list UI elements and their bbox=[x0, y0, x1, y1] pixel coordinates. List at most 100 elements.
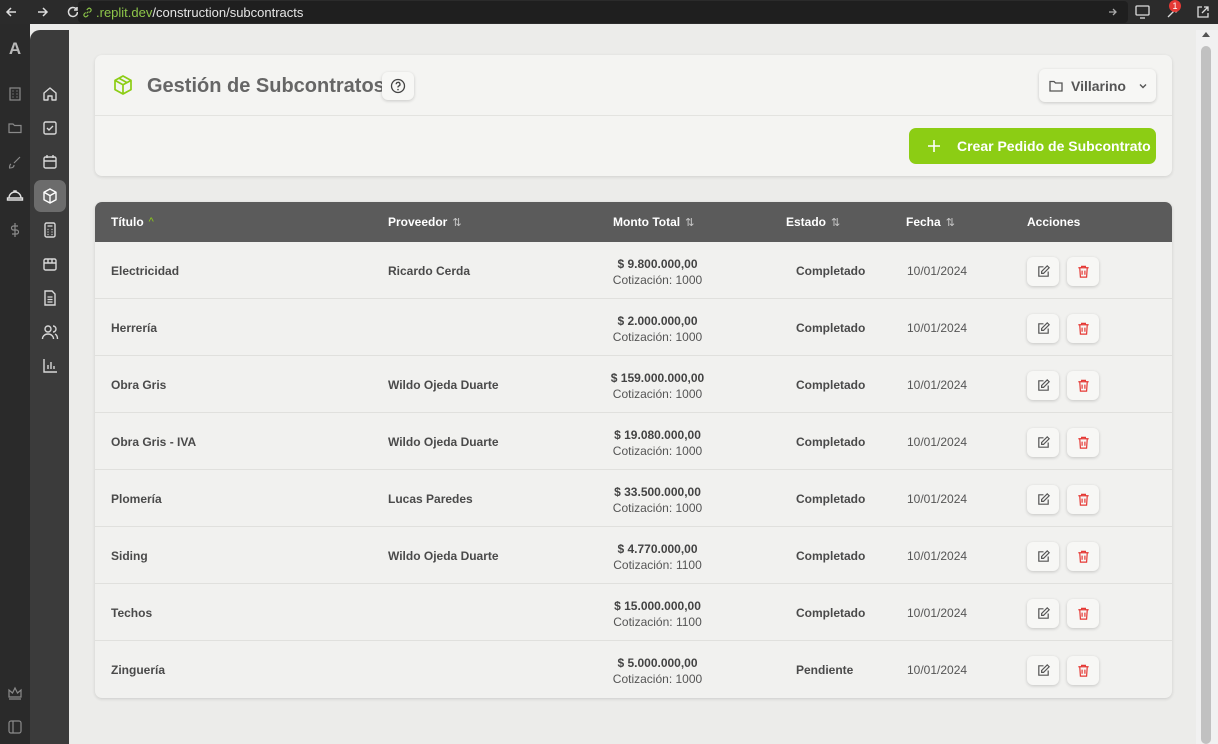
edit-button[interactable] bbox=[1027, 485, 1059, 514]
edit-button[interactable] bbox=[1027, 371, 1059, 400]
nav-users[interactable] bbox=[34, 316, 66, 348]
cast-icon[interactable] bbox=[1128, 0, 1158, 24]
nav-tasks[interactable] bbox=[34, 112, 66, 144]
column-header-monto[interactable]: Monto Total ⇅ bbox=[613, 215, 694, 229]
folder-icon bbox=[1049, 80, 1063, 92]
monto-total: $ 4.770.000,00 bbox=[617, 542, 698, 556]
cotizacion: Cotización: 1000 bbox=[612, 330, 703, 344]
column-label: Título bbox=[111, 215, 144, 229]
box-icon bbox=[112, 74, 134, 101]
column-label: Fecha bbox=[906, 215, 941, 229]
cell-fecha: 10/01/2024 bbox=[907, 321, 968, 335]
nav-home[interactable] bbox=[34, 78, 66, 110]
edit-icon bbox=[1036, 606, 1051, 621]
delete-button[interactable] bbox=[1067, 371, 1099, 400]
monto-total: $ 33.500.000,00 bbox=[614, 485, 701, 499]
status-label: Completado bbox=[796, 549, 866, 563]
brush-icon[interactable] bbox=[0, 149, 30, 175]
scrollbar-thumb[interactable] bbox=[1201, 46, 1211, 744]
cell-proveedor: Wildo Ojeda Duarte bbox=[388, 378, 499, 392]
column-label: Estado bbox=[786, 215, 827, 229]
table-row[interactable]: Siding Wildo Ojeda Duarte $ 4.770.000,00 Co… bbox=[95, 527, 1172, 584]
crown-icon[interactable] bbox=[0, 680, 30, 706]
monto-total: $ 9.800.000,00 bbox=[617, 257, 698, 271]
building-icon[interactable] bbox=[0, 81, 30, 107]
edit-button[interactable] bbox=[1027, 314, 1059, 343]
table-row[interactable]: Obra Gris - IVA Wildo Ojeda Duarte $ 19.08… bbox=[95, 413, 1172, 470]
edit-button[interactable] bbox=[1027, 656, 1059, 685]
delete-button[interactable] bbox=[1067, 656, 1099, 685]
edit-button[interactable] bbox=[1027, 599, 1059, 628]
project-name: Villarino bbox=[1071, 77, 1126, 94]
create-subcontract-button[interactable]: Crear Pedido de Subcontrato bbox=[909, 128, 1156, 164]
table-row[interactable]: Techos $ 15.000.000,00 Cotización: 1100 Com… bbox=[95, 584, 1172, 641]
column-header-estado[interactable]: Estado ⇅ bbox=[786, 215, 840, 229]
table-row[interactable]: Herrería $ 2.000.000,00 Cotización: 1000 Co… bbox=[95, 299, 1172, 356]
status-label: Completado bbox=[796, 321, 866, 335]
table-row[interactable]: Electricidad Ricardo Cerda $ 9.800.000,00 C… bbox=[95, 242, 1172, 299]
trash-icon bbox=[1076, 435, 1091, 450]
main-content: Gestión de Subcontratos Villarino Crear … bbox=[69, 30, 1196, 744]
outer-sidebar: A bbox=[0, 24, 30, 744]
sort-icon: ⇅ bbox=[452, 216, 462, 229]
cell-titulo: Siding bbox=[111, 549, 148, 563]
scroll-up-icon[interactable] bbox=[1202, 32, 1210, 37]
cell-proveedor: Wildo Ojeda Duarte bbox=[388, 435, 499, 449]
forward-icon[interactable] bbox=[32, 5, 54, 19]
nav-materials[interactable] bbox=[34, 248, 66, 280]
cell-titulo: Electricidad bbox=[111, 264, 180, 278]
trash-icon bbox=[1076, 549, 1091, 564]
vertical-scrollbar[interactable] bbox=[1196, 30, 1218, 744]
sort-icon: ⇅ bbox=[685, 216, 695, 229]
cotizacion: Cotización: 1100 bbox=[613, 615, 702, 629]
open-external-icon[interactable] bbox=[1188, 0, 1218, 24]
column-header-fecha[interactable]: Fecha ⇅ bbox=[906, 215, 955, 229]
trash-icon bbox=[1076, 378, 1091, 393]
nav-budget[interactable] bbox=[34, 214, 66, 246]
back-icon[interactable] bbox=[0, 5, 22, 19]
delete-button[interactable] bbox=[1067, 599, 1099, 628]
column-header-proveedor[interactable]: Proveedor ⇅ bbox=[388, 215, 462, 229]
nav-calendar[interactable] bbox=[34, 146, 66, 178]
cell-monto: $ 159.000.000,00 Cotización: 1000 bbox=[590, 370, 725, 402]
table-header: Título ^ Proveedor ⇅ Monto Total ⇅ Estad… bbox=[95, 202, 1172, 242]
table-row[interactable]: Obra Gris Wildo Ojeda Duarte $ 159.000.000… bbox=[95, 356, 1172, 413]
delete-button[interactable] bbox=[1067, 257, 1099, 286]
sidebar-toggle-icon[interactable] bbox=[0, 714, 30, 740]
trash-icon bbox=[1076, 321, 1091, 336]
app-logo[interactable]: A bbox=[0, 36, 30, 62]
edit-icon bbox=[1036, 492, 1051, 507]
nav-subcontracts[interactable] bbox=[34, 180, 66, 212]
cell-monto: $ 33.500.000,00 Cotización: 1000 bbox=[590, 484, 725, 516]
main-navigation bbox=[30, 30, 69, 744]
table-row[interactable]: Plomería Lucas Paredes $ 33.500.000,00 Coti… bbox=[95, 470, 1172, 527]
go-arrow-icon[interactable] bbox=[1098, 0, 1128, 24]
nav-reports[interactable] bbox=[34, 350, 66, 382]
edit-button[interactable] bbox=[1027, 428, 1059, 457]
monto-total: $ 19.080.000,00 bbox=[614, 428, 701, 442]
link-icon bbox=[82, 7, 93, 18]
delete-button[interactable] bbox=[1067, 428, 1099, 457]
delete-button[interactable] bbox=[1067, 485, 1099, 514]
nav-documents[interactable] bbox=[34, 282, 66, 314]
address-bar[interactable]: .replit.dev/construction/subcontracts bbox=[78, 1, 1128, 23]
folder-icon[interactable] bbox=[0, 115, 30, 141]
page-title: Gestión de Subcontratos bbox=[147, 75, 385, 97]
dollar-icon[interactable] bbox=[0, 217, 30, 243]
delete-button[interactable] bbox=[1067, 314, 1099, 343]
edit-icon bbox=[1036, 549, 1051, 564]
help-button[interactable] bbox=[382, 72, 414, 100]
delete-button[interactable] bbox=[1067, 542, 1099, 571]
project-selector[interactable]: Villarino bbox=[1039, 69, 1156, 102]
extension-key-icon[interactable]: 1 bbox=[1158, 0, 1188, 24]
edit-button[interactable] bbox=[1027, 542, 1059, 571]
hardhat-icon[interactable] bbox=[0, 182, 30, 208]
calendar-icon bbox=[43, 155, 57, 169]
column-header-titulo[interactable]: Título ^ bbox=[111, 215, 154, 229]
trash-icon bbox=[1076, 606, 1091, 621]
home-icon bbox=[43, 87, 57, 101]
edit-button[interactable] bbox=[1027, 257, 1059, 286]
cell-fecha: 10/01/2024 bbox=[907, 549, 968, 563]
cell-proveedor: Ricardo Cerda bbox=[388, 264, 471, 278]
table-row[interactable]: Zinguería $ 5.000.000,00 Cotización: 1000 P… bbox=[95, 641, 1172, 698]
